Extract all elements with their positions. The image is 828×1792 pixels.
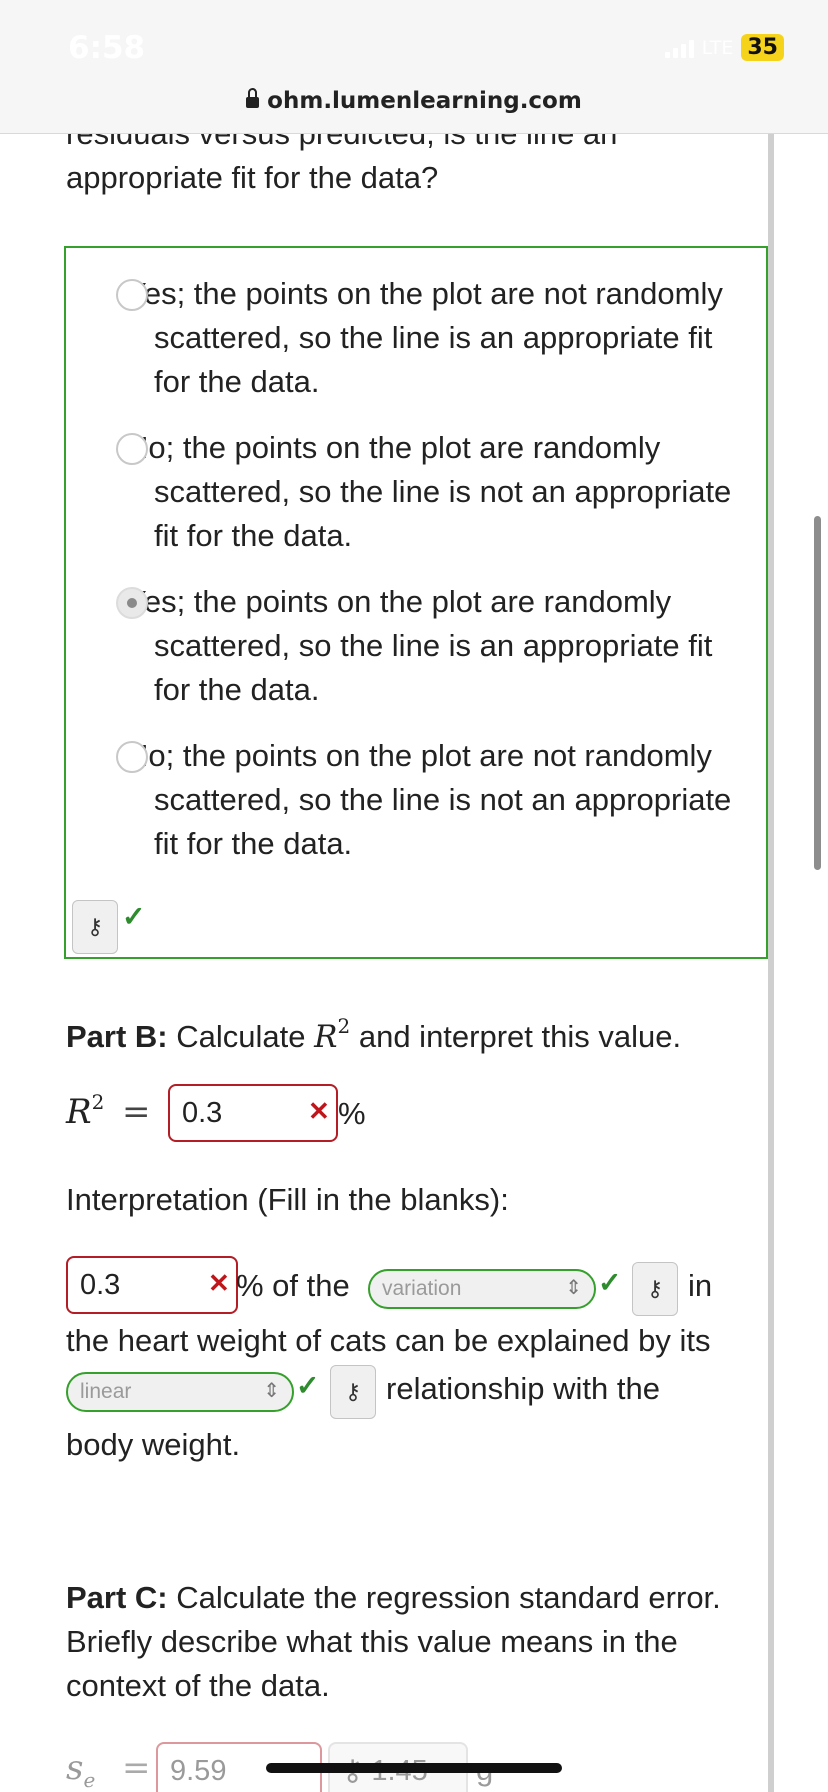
answer-choices: Yes; the points on the plot are not rand… <box>64 246 768 959</box>
part-c-heading: Part C: Calculate the regression standar… <box>66 1576 786 1708</box>
relationship-text: relationship with the <box>386 1371 660 1406</box>
choice-label: Yes; the points on the plot are not rand… <box>126 276 723 399</box>
key-icon: ⚷ <box>646 1276 664 1301</box>
chevron-updown-icon: ⇕ <box>565 1277 582 1299</box>
show-answer-button[interactable]: ⚷ <box>330 1365 376 1419</box>
choice-1[interactable]: Yes; the points on the plot are not rand… <box>116 272 756 404</box>
choice-label: No; the points on the plot are not rando… <box>126 738 732 861</box>
interpretation-heading: Interpretation (Fill in the blanks): <box>66 1182 509 1217</box>
key-icon: ⚷ <box>344 1379 362 1404</box>
status-time: 6:58 <box>68 30 146 66</box>
variation-select-value: variation <box>382 1277 462 1300</box>
correct-check-icon: ✓ <box>296 1370 320 1401</box>
equals-sign: = <box>122 1092 151 1132</box>
equals-sign: = <box>122 1748 151 1788</box>
show-answer-button[interactable]: ⚷ <box>72 900 118 954</box>
percent-sign: % <box>338 1096 366 1131</box>
linear-select[interactable]: linear ⇕ <box>66 1372 294 1412</box>
incorrect-x-icon: ✕ <box>208 1268 230 1298</box>
browser-chrome: 6:58 LTE 35 ohm.lumenlearning.com <box>0 0 828 134</box>
status-indicators: LTE 35 <box>664 34 784 61</box>
part-b-text-after: and interpret this value. <box>358 1019 682 1054</box>
correct-check-icon: ✓ <box>122 901 146 932</box>
r-squared-value: 0.3 <box>182 1097 223 1129</box>
choice-2[interactable]: No; the points on the plot are randomly … <box>116 426 756 558</box>
interpretation-line-4: body weight. <box>66 1427 241 1462</box>
battery-level: 35 <box>741 34 784 61</box>
choice-label: Yes; the points on the plot are randomly… <box>126 584 713 707</box>
se-label: se <box>66 1748 96 1792</box>
home-indicator <box>266 1763 562 1773</box>
url-bar[interactable]: ohm.lumenlearning.com <box>0 88 828 114</box>
radio-button-selected[interactable] <box>116 587 148 619</box>
content-divider <box>768 134 774 1792</box>
choice-4[interactable]: No; the points on the plot are not rando… <box>116 734 756 866</box>
scrollbar-thumb[interactable] <box>814 516 821 870</box>
interpretation-value: 0.3 <box>80 1269 121 1301</box>
incorrect-x-icon: ✕ <box>308 1096 330 1126</box>
in-text: in <box>688 1268 713 1303</box>
se-value: 9.59 <box>170 1755 227 1787</box>
part-c-title: Part C: <box>66 1580 168 1615</box>
question-text: appropriate fit for the data? <box>66 160 439 195</box>
r-squared-symbol: R2 <box>314 1014 351 1055</box>
choice-3[interactable]: Yes; the points on the plot are randomly… <box>116 580 756 712</box>
signal-icon <box>664 38 694 58</box>
interpretation-line-2: the heart weight of cats can be explaine… <box>66 1323 711 1358</box>
choice-label: No; the points on the plot are randomly … <box>126 430 732 553</box>
chevron-updown-icon: ⇕ <box>263 1380 280 1402</box>
lock-icon <box>246 88 260 108</box>
key-icon: ⚷ <box>86 914 104 939</box>
r-squared-label: R2 <box>66 1090 105 1132</box>
network-label: LTE <box>701 36 734 59</box>
correct-check-icon: ✓ <box>598 1267 622 1298</box>
part-b-heading: Part B: Calculate R2 and interpret this … <box>66 1004 681 1059</box>
part-b-title: Part B: <box>66 1019 168 1054</box>
linear-select-value: linear <box>80 1380 132 1403</box>
variation-select[interactable]: variation ⇕ <box>368 1269 596 1309</box>
show-answer-button[interactable]: ⚷ <box>632 1262 678 1316</box>
part-b-text: Calculate <box>176 1019 306 1054</box>
radio-button[interactable] <box>116 279 148 311</box>
radio-button[interactable] <box>116 433 148 465</box>
url-text: ohm.lumenlearning.com <box>267 88 582 114</box>
of-the-text: % of the <box>236 1268 350 1303</box>
radio-button[interactable] <box>116 741 148 773</box>
